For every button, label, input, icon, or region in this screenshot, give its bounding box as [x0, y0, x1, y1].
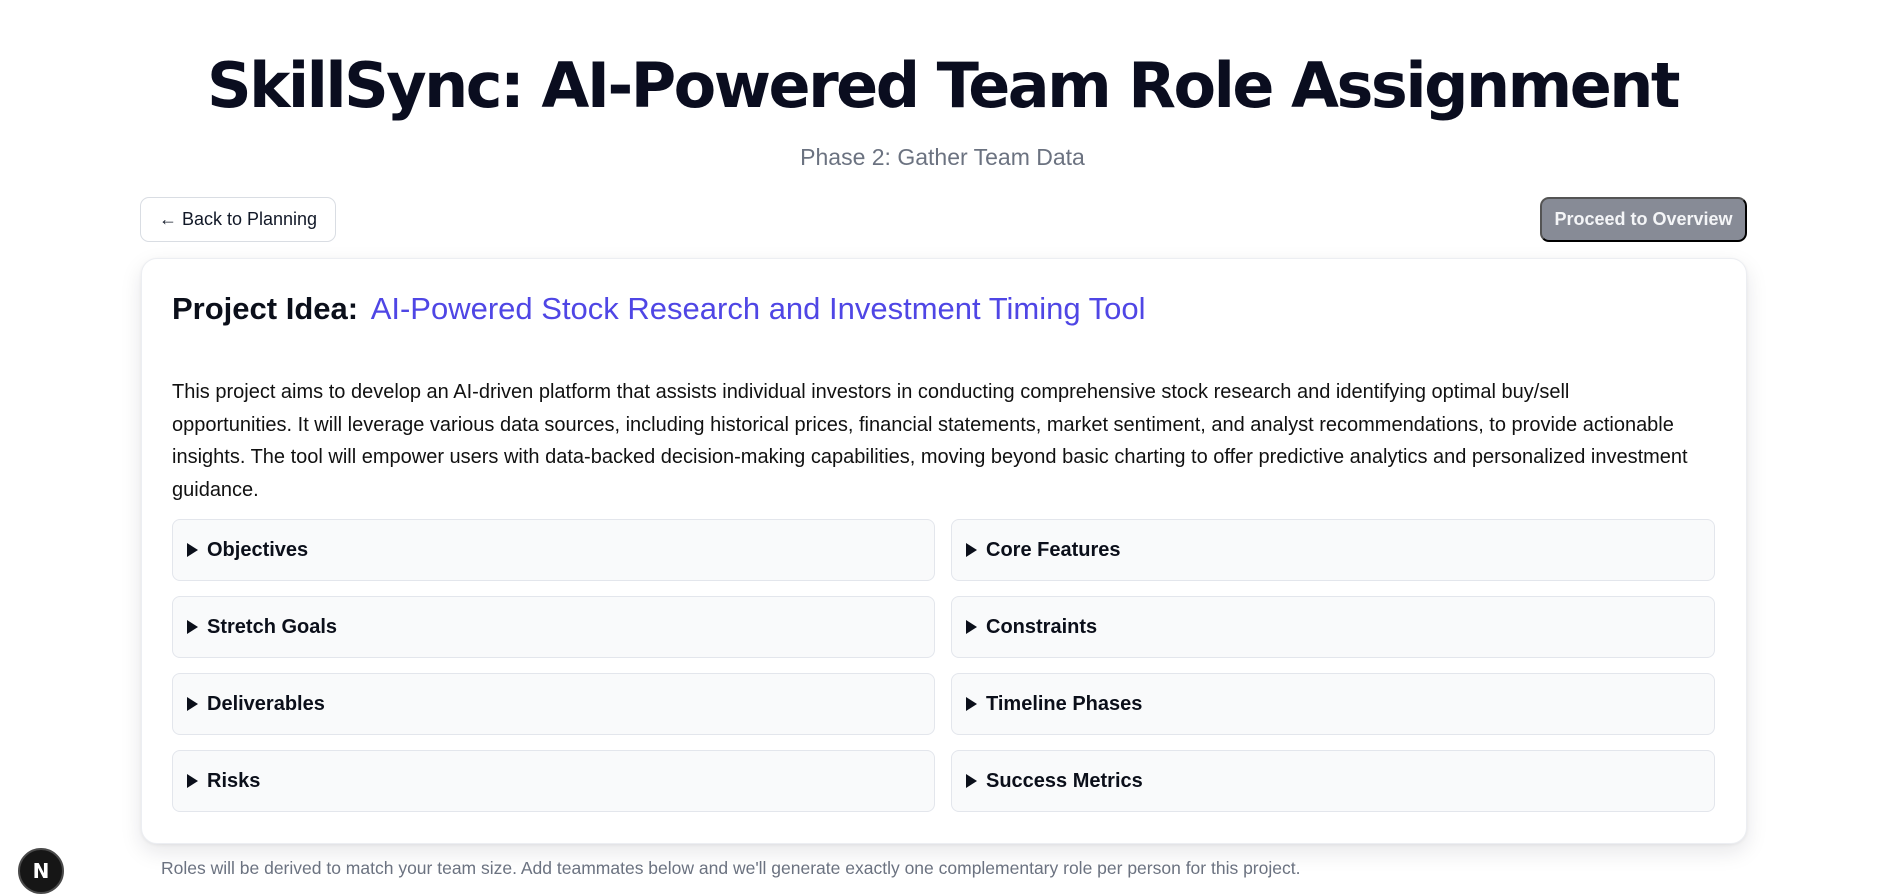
section-constraints[interactable]: Constraints — [951, 596, 1715, 658]
expand-triangle-icon — [187, 543, 198, 557]
project-card: Project Idea: AI-Powered Stock Research … — [141, 258, 1747, 844]
expand-triangle-icon — [966, 774, 977, 788]
badge-letter: N — [32, 859, 50, 883]
section-label: Stretch Goals — [207, 615, 338, 638]
page-title: SkillSync: AI-Powered Team Role Assignme… — [206, 49, 1681, 122]
section-label: Risks — [207, 769, 261, 792]
section-label: Objectives — [207, 538, 309, 561]
project-name: AI-Powered Stock Research and Investment… — [370, 291, 1146, 326]
section-label: Deliverables — [207, 692, 325, 715]
section-objectives[interactable]: Objectives — [172, 519, 935, 581]
section-deliverables[interactable]: Deliverables — [172, 673, 935, 735]
proceed-to-overview-button[interactable]: Proceed to Overview — [1540, 197, 1747, 242]
expand-triangle-icon — [187, 620, 198, 634]
n-logo-icon[interactable]: N — [18, 848, 64, 894]
section-label: Timeline Phases — [986, 692, 1143, 715]
expand-triangle-icon — [187, 697, 198, 711]
proceed-button-label: Proceed to Overview — [1554, 209, 1733, 229]
section-label: Constraints — [986, 615, 1098, 638]
page-subtitle: Phase 2: Gather Team Data — [800, 144, 1085, 170]
project-label: Project Idea: — [172, 291, 359, 326]
page-header: SkillSync: AI-Powered Team Role Assignme… — [0, 50, 1885, 172]
section-stretch-goals[interactable]: Stretch Goals — [172, 596, 935, 658]
section-success-metrics[interactable]: Success Metrics — [951, 750, 1715, 812]
back-to-planning-button[interactable]: ← Back to Planning — [140, 197, 336, 242]
project-description: This project aims to develop an AI-drive… — [172, 381, 1688, 501]
team-size-note: Roles will be derived to match your team… — [161, 858, 1301, 878]
section-label: Core Features — [986, 538, 1121, 561]
expand-triangle-icon — [187, 774, 198, 788]
expand-triangle-icon — [966, 697, 977, 711]
section-label: Success Metrics — [986, 769, 1143, 792]
project-sections: Objectives Core Features Stretch Goals C… — [172, 519, 1717, 812]
section-timeline-phases[interactable]: Timeline Phases — [951, 673, 1715, 735]
project-heading: Project Idea: AI-Powered Stock Research … — [172, 289, 1716, 329]
back-button-label: ← Back to Planning — [158, 209, 318, 229]
section-risks[interactable]: Risks — [172, 750, 935, 812]
expand-triangle-icon — [966, 620, 977, 634]
expand-triangle-icon — [966, 543, 977, 557]
section-core-features[interactable]: Core Features — [951, 519, 1715, 581]
